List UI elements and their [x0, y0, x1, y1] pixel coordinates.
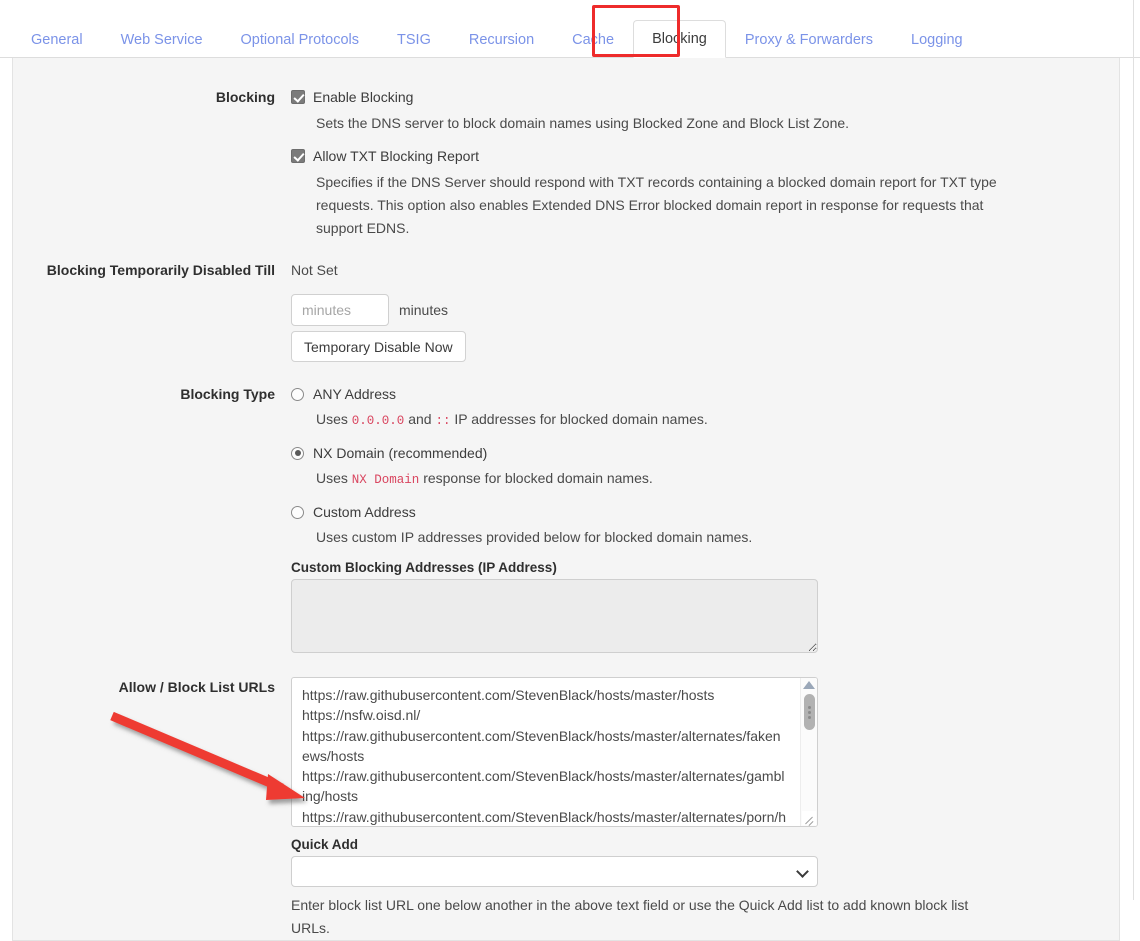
row-blocking: Blocking Enable Blocking Sets the DNS se… [13, 87, 1119, 240]
code-ipv6-any: :: [435, 414, 451, 428]
tab-general[interactable]: General [12, 21, 102, 58]
allow-txt-report-checkbox[interactable] [291, 149, 305, 163]
row-blocking-type: Blocking Type ANY Address Uses 0.0.0.0 a… [13, 384, 1119, 656]
tab-proxy-forwarders[interactable]: Proxy & Forwarders [726, 21, 892, 58]
any-desc-pre: Uses [316, 411, 352, 427]
label-temporarily-disabled: Blocking Temporarily Disabled Till [46, 262, 275, 278]
quick-add-select-wrapper [291, 856, 818, 887]
temporarily-disabled-field: Not Set minutes Temporary Disable Now [291, 260, 1119, 362]
quick-add-label: Quick Add [291, 837, 359, 852]
tab-tsig[interactable]: TSIG [378, 21, 450, 58]
row-block-list-urls: Allow / Block List URLs https://raw.gith… [13, 677, 1119, 940]
nx-desc-pre: Uses [316, 470, 352, 486]
tab-optional-protocols[interactable]: Optional Protocols [222, 21, 378, 58]
block-list-urls-scrollbar[interactable] [800, 678, 817, 826]
minutes-input[interactable] [291, 294, 389, 326]
custom-blocking-addresses-label: Custom Blocking Addresses (IP Address) [291, 560, 557, 575]
tab-cache[interactable]: Cache [553, 21, 633, 58]
nx-domain-description: Uses NX Domain response for blocked doma… [316, 467, 1016, 492]
radio-custom-address[interactable] [291, 505, 304, 519]
enable-blocking-row[interactable]: Enable Blocking [291, 87, 1119, 107]
radio-nx-domain[interactable] [291, 446, 304, 460]
allow-txt-report-row[interactable]: Allow TXT Blocking Report [291, 146, 1119, 166]
settings-tabbar: General Web Service Optional Protocols T… [0, 0, 1140, 58]
quick-add-dropdown[interactable] [291, 856, 818, 887]
block-list-urls-textarea[interactable]: https://raw.githubusercontent.com/Steven… [291, 677, 818, 827]
radio-any-address-row[interactable]: ANY Address [291, 384, 1119, 404]
page-right-divider [1133, 0, 1134, 900]
radio-custom-address-row[interactable]: Custom Address [291, 502, 1119, 522]
any-address-description: Uses 0.0.0.0 and :: IP addresses for blo… [316, 408, 1016, 433]
radio-custom-address-label[interactable]: Custom Address [313, 502, 416, 522]
allow-txt-report-description: Specifies if the DNS Server should respo… [316, 174, 997, 236]
row-temporarily-disabled: Blocking Temporarily Disabled Till Not S… [13, 260, 1119, 362]
label-blocking: Blocking [215, 89, 275, 105]
tab-logging[interactable]: Logging [892, 21, 982, 58]
nx-desc-post: response for blocked domain names. [419, 470, 653, 486]
block-list-urls-field: https://raw.githubusercontent.com/Steven… [291, 677, 1119, 940]
any-desc-mid: and [404, 411, 436, 427]
blocking-field: Enable Blocking Sets the DNS server to b… [291, 87, 1119, 240]
scroll-up-arrow-icon[interactable] [803, 680, 816, 691]
tab-blocking[interactable]: Blocking [633, 20, 726, 58]
temporarily-disabled-status: Not Set [291, 262, 338, 278]
minutes-suffix-label: minutes [399, 301, 449, 318]
block-list-help-text: Enter block list URL one below another i… [291, 897, 969, 936]
blocking-type-field: ANY Address Uses 0.0.0.0 and :: IP addre… [291, 384, 1119, 656]
enable-blocking-checkbox[interactable] [291, 90, 305, 104]
radio-any-address-label[interactable]: ANY Address [313, 384, 396, 404]
block-list-urls-text[interactable]: https://raw.githubusercontent.com/Steven… [292, 678, 795, 826]
resize-handle-icon[interactable] [802, 811, 816, 825]
custom-blocking-addresses-textarea[interactable] [291, 579, 818, 653]
radio-nx-domain-label[interactable]: NX Domain (recommended) [313, 443, 487, 463]
tab-recursion[interactable]: Recursion [450, 21, 553, 58]
enable-blocking-label[interactable]: Enable Blocking [313, 87, 413, 107]
scrollbar-thumb[interactable] [804, 694, 815, 730]
label-blocking-type: Blocking Type [180, 386, 275, 402]
code-zero-address: 0.0.0.0 [351, 414, 405, 428]
tab-web-service[interactable]: Web Service [102, 21, 222, 58]
minutes-row: minutes [291, 294, 1119, 326]
label-block-list-urls: Allow / Block List URLs [118, 679, 275, 695]
enable-blocking-description: Sets the DNS server to block domain name… [316, 115, 850, 131]
radio-nx-domain-row[interactable]: NX Domain (recommended) [291, 443, 1119, 463]
any-desc-post: IP addresses for blocked domain names. [450, 411, 708, 427]
code-nx-domain: NX Domain [351, 473, 420, 487]
radio-any-address[interactable] [291, 387, 304, 401]
blocking-settings-panel: Blocking Enable Blocking Sets the DNS se… [12, 58, 1120, 941]
custom-address-description: Uses custom IP addresses provided below … [316, 529, 753, 545]
allow-txt-report-label[interactable]: Allow TXT Blocking Report [313, 146, 479, 166]
temporary-disable-now-button[interactable]: Temporary Disable Now [291, 331, 466, 362]
tab-list: General Web Service Optional Protocols T… [12, 0, 1140, 58]
